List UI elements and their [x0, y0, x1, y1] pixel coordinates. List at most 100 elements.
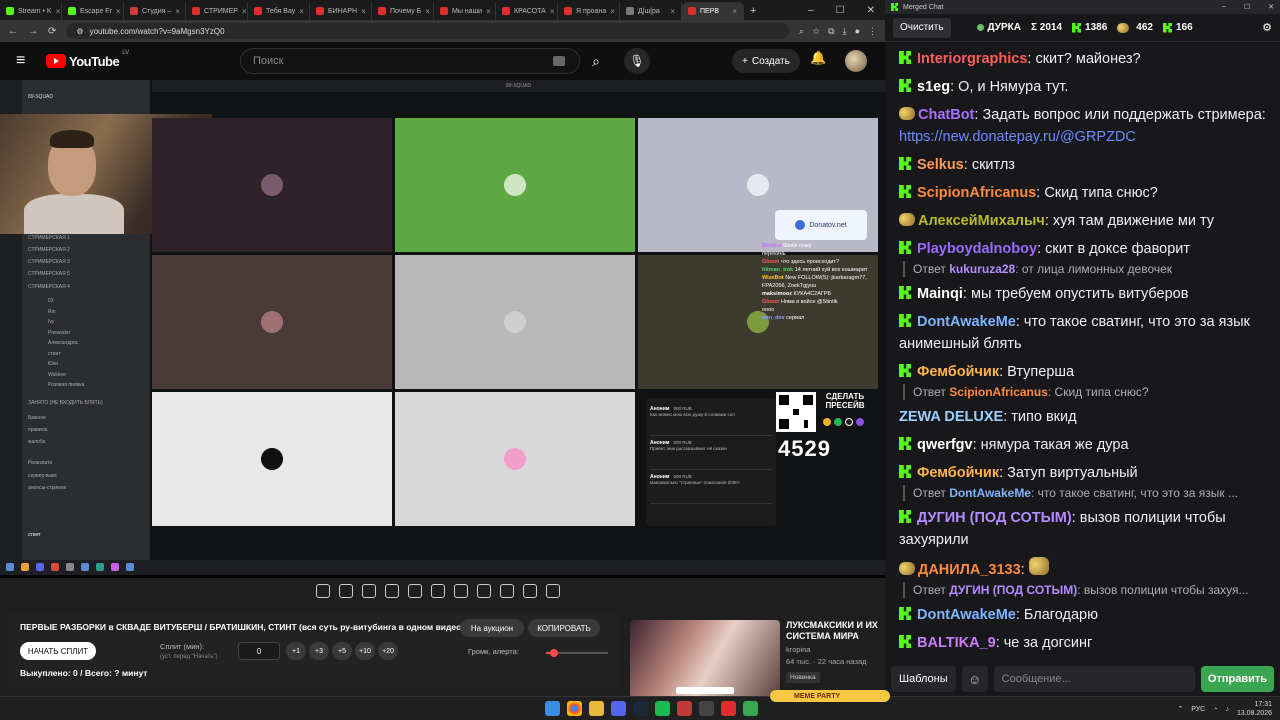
settings-gear-icon[interactable]: ⚙ — [1262, 21, 1272, 34]
increment-button[interactable]: +20 — [378, 642, 398, 660]
tab-close-icon[interactable]: × — [361, 7, 366, 16]
chat-username[interactable]: BALTIKA_9 — [917, 635, 996, 651]
chat-username[interactable]: Фембойчик — [917, 465, 999, 481]
chat-username[interactable]: ChatBot — [918, 107, 974, 123]
chat-username[interactable]: DontAwakeMe — [917, 314, 1016, 330]
chevron-up-icon[interactable]: ⌃ — [1177, 705, 1183, 713]
browser-tab[interactable]: Я проана × — [558, 2, 620, 20]
chat-username[interactable]: qwerfgv — [917, 437, 973, 453]
copy-button[interactable]: КОПИРОВАТЬ — [528, 619, 600, 637]
search-input[interactable]: Поиск — [240, 48, 580, 74]
video-player[interactable]: 89-SQUAD 89-SQUAD СТРИМЕРСКАЯ 1 СТРИМЕРСК… — [0, 80, 885, 578]
crop-icon[interactable] — [408, 584, 422, 598]
templates-button[interactable]: Шаблоны — [891, 666, 956, 692]
volume-icon[interactable]: ♪ — [1225, 706, 1229, 713]
new-tab-icon[interactable]: + — [750, 5, 756, 17]
discord-channel[interactable]: СТРИМЕРСКАЯ 5 — [28, 271, 70, 277]
add-icon[interactable] — [477, 584, 491, 598]
media-icon[interactable] — [699, 701, 714, 716]
browser-tab[interactable]: Stream • K × — [0, 2, 62, 20]
browser-tab[interactable]: Д|ш|ра × — [620, 2, 682, 20]
reply-username[interactable]: kukuruza28 — [949, 262, 1015, 276]
forward-icon[interactable]: → — [28, 26, 38, 37]
menu-icon[interactable]: ⋮ — [868, 26, 877, 37]
tab-close-icon[interactable]: × — [299, 7, 304, 16]
folder-icon[interactable] — [589, 701, 604, 716]
zoom-icon[interactable]: ⌕ — [799, 26, 804, 37]
chat-username[interactable]: Фембойчик — [917, 364, 999, 380]
browser-tab[interactable]: Мы наши × — [434, 2, 496, 20]
chrome-icon[interactable] — [567, 701, 582, 716]
maximize-icon[interactable]: ☐ — [836, 5, 845, 16]
chat-username[interactable]: ДАНИЛА_3133 — [918, 562, 1021, 578]
chat-username[interactable]: ScipionAfricanus — [917, 185, 1036, 201]
steam-icon[interactable] — [633, 701, 648, 716]
increment-button[interactable]: +1 — [286, 642, 306, 660]
notepad-icon[interactable] — [743, 701, 758, 716]
back-icon[interactable]: ← — [8, 26, 18, 37]
keyboard-icon[interactable] — [553, 56, 565, 66]
chat-username[interactable]: DontAwakeMe — [917, 607, 1016, 623]
minimize-icon[interactable]: – — [808, 5, 814, 16]
youtube-logo[interactable]: YouTube LV — [46, 50, 129, 69]
alert-volume-slider[interactable] — [546, 649, 608, 657]
discord-channel[interactable]: СТРИМЕРСКАЯ 1 — [28, 235, 70, 241]
browser-tab[interactable]: Тебя Вау × — [248, 2, 310, 20]
tab-close-icon[interactable]: × — [670, 7, 675, 16]
reply-username[interactable]: ДУГИН (ПОД СОТЫМ) — [949, 583, 1077, 597]
flask-icon[interactable] — [523, 584, 537, 598]
browser-tab[interactable]: КРАСОТА × — [496, 2, 558, 20]
reply-username[interactable]: DontAwakeMe — [949, 486, 1031, 500]
chat-username[interactable]: Playboydalnoboy — [917, 241, 1037, 257]
spotify-icon[interactable] — [655, 701, 670, 716]
chat-username[interactable]: Interiorgraphics — [917, 51, 1027, 67]
tab-close-icon[interactable]: × — [116, 7, 121, 16]
recommended-channel[interactable]: kropina — [786, 645, 880, 654]
chat-username[interactable]: s1eg — [917, 79, 950, 95]
tab-close-icon[interactable]: × — [486, 7, 491, 16]
increment-button[interactable]: +3 — [309, 642, 329, 660]
discord-channel[interactable]: жалоба — [28, 439, 45, 445]
start-icon[interactable] — [545, 701, 560, 716]
settings-icon[interactable] — [546, 584, 560, 598]
clapper-icon[interactable] — [385, 584, 399, 598]
create-button[interactable]: + Создать — [732, 49, 800, 73]
clear-button[interactable]: Очистить — [893, 17, 951, 38]
start-split-button[interactable]: НАЧАТЬ СПЛИТ — [20, 642, 96, 660]
discord-channel[interactable]: СТРИМЕРСКАЯ 2 — [28, 247, 70, 253]
reload-icon[interactable]: ⟳ — [48, 26, 56, 37]
lang-indicator[interactable]: РУС — [1191, 706, 1205, 713]
tab-close-icon[interactable]: × — [175, 7, 180, 16]
voice-search-button[interactable]: 🎙 — [624, 48, 650, 74]
discord-channel[interactable]: правила — [28, 427, 47, 433]
tab-close-icon[interactable]: × — [56, 7, 61, 16]
brush-icon[interactable] — [454, 584, 468, 598]
tab-close-icon[interactable]: × — [550, 7, 555, 16]
chat-username[interactable]: Selkus — [917, 157, 964, 173]
loop-icon[interactable] — [316, 584, 330, 598]
profile-icon[interactable]: ● — [855, 26, 860, 37]
chat-username[interactable]: АлексейМихалыч — [918, 213, 1045, 229]
chat-username[interactable]: ДУГИН (ПОД СОТЫМ) — [917, 510, 1072, 526]
chat-username[interactable]: Mainqi — [917, 286, 963, 302]
download-icon[interactable]: ⤓ — [843, 26, 847, 37]
browser-icon[interactable] — [677, 701, 692, 716]
discord-channel[interactable]: Релизпати — [28, 460, 52, 466]
audio-icon[interactable] — [339, 584, 353, 598]
increment-button[interactable]: +10 — [355, 642, 375, 660]
recommended-title[interactable]: ЛУКСМАКСИКИ И ИХ СИСТЕМА МИРА — [786, 620, 880, 642]
send-button[interactable]: Отправить — [1200, 666, 1274, 692]
playlist-icon[interactable] — [362, 584, 376, 598]
browser-tab[interactable]: ПЕРВ × — [682, 2, 744, 20]
increment-button[interactable]: +5 — [332, 642, 352, 660]
discord-channel[interactable]: СТРИМЕРСКАЯ 3 — [28, 259, 70, 265]
chat-username[interactable]: ZEWA DELUXE — [899, 409, 1003, 425]
speed-icon[interactable] — [431, 584, 445, 598]
close-icon[interactable]: ✕ — [867, 5, 875, 16]
discord-channel[interactable]: СТРИМЕРСКАЯ 4 — [28, 284, 70, 290]
address-bar[interactable]: ⚙ youtube.com/watch?v=9aMgsn3YzQ0 — [66, 23, 790, 39]
wifi-icon[interactable]: ◔ — [1213, 706, 1217, 713]
recommended-thumbnail[interactable] — [630, 620, 780, 698]
youtube-icon[interactable] — [721, 701, 736, 716]
emoji-button[interactable]: ☺ — [961, 666, 988, 692]
